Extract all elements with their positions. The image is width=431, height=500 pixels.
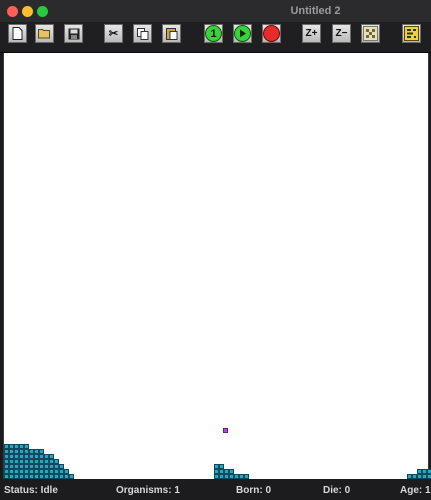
stop-button[interactable]: [262, 24, 281, 43]
cut-button[interactable]: ✂: [104, 24, 123, 43]
settings-button[interactable]: [402, 24, 421, 43]
play-icon: [234, 25, 251, 42]
organisms-count: Organisms: 1: [116, 485, 180, 496]
paste-button[interactable]: [162, 24, 181, 43]
open-button[interactable]: [35, 24, 54, 43]
stop-icon: [263, 25, 280, 42]
copy-icon: [136, 27, 148, 40]
new-document-icon: [12, 27, 23, 40]
born-count: Born: 0: [236, 485, 271, 496]
scissors-icon: ✂: [108, 28, 119, 40]
grid-cell: [244, 474, 249, 479]
new-button[interactable]: [8, 24, 27, 43]
run-button[interactable]: [233, 24, 252, 43]
grid-cell: [69, 474, 74, 479]
status-text: Status: Idle: [4, 485, 58, 496]
zoom-out-button[interactable]: Z−: [332, 24, 351, 43]
window-title: Untitled 2: [290, 5, 341, 17]
organism-cell: [223, 428, 228, 433]
fit-grid-icon: [363, 26, 378, 41]
paste-icon: [165, 28, 177, 40]
floppy-disk-icon: [68, 28, 79, 39]
step-button[interactable]: 1: [204, 24, 223, 43]
age-count: Age: 16: [400, 485, 431, 496]
open-folder-icon: [38, 29, 50, 39]
status-bar: Status: Idle Organisms: 1 Born: 0 Die: 0…: [0, 480, 431, 500]
toolbar: ✂ 1 Z+ Z−: [0, 22, 431, 53]
zoom-out-icon: Z−: [335, 28, 348, 39]
fit-button[interactable]: [361, 24, 380, 43]
grid-cell: [427, 474, 431, 479]
grid-cell: [427, 469, 431, 474]
zoom-in-button[interactable]: Z+: [302, 24, 321, 43]
step-one-icon: 1: [205, 25, 222, 42]
save-button[interactable]: [64, 24, 83, 43]
die-count: Die: 0: [323, 485, 351, 496]
copy-button[interactable]: [133, 24, 152, 43]
zoom-in-icon: Z+: [305, 28, 318, 39]
grid-settings-icon: [404, 26, 419, 41]
title-bar: Untitled 2: [0, 0, 431, 22]
simulation-grid[interactable]: [3, 53, 431, 479]
